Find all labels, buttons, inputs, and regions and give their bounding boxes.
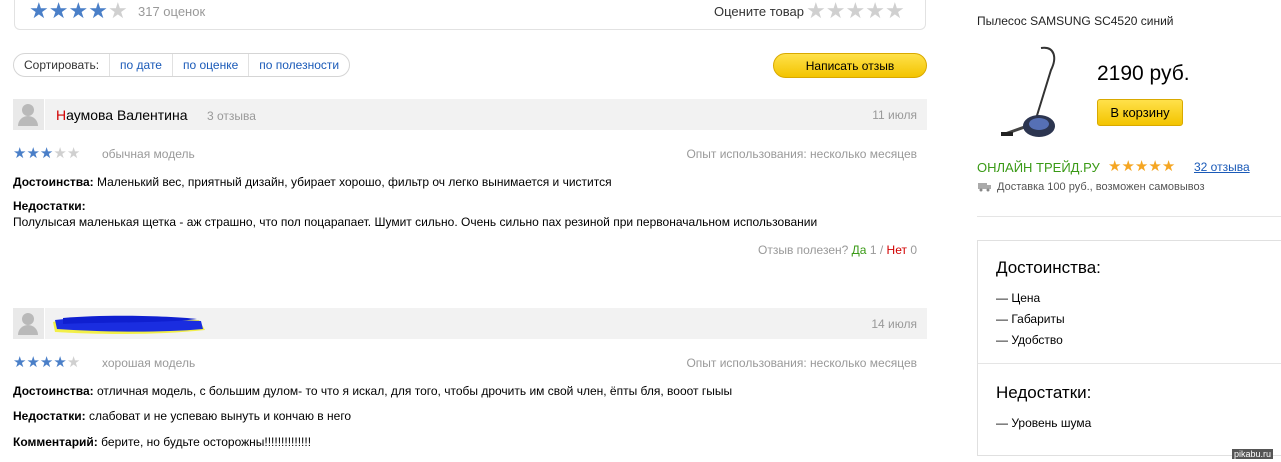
divider [978, 363, 1281, 364]
sort-by-date[interactable]: по дате [109, 54, 172, 76]
vacuum-cleaner-image[interactable] [997, 44, 1061, 140]
helpful-yes-count: 1 [869, 243, 877, 257]
author-name-rest: аумова Валентина [66, 107, 188, 123]
helpful-separator: / [879, 243, 884, 257]
star-empty-icon: ★ [66, 354, 81, 371]
star-empty-icon: ★ [53, 145, 67, 162]
author-first-letter: Н [56, 107, 67, 123]
star-filled-icon: ★ [29, 0, 49, 23]
product-name[interactable]: Пылесос SAMSUNG SC4520 синий [977, 14, 1174, 28]
cons-label: Недостатки: [13, 409, 86, 423]
star-empty-icon[interactable]: ★ [865, 0, 885, 22]
summary-pros-item: — Габариты [996, 312, 1065, 326]
shop-rating-stars: ★★★★★ [1108, 159, 1175, 174]
review-cons: Недостатки: слабоват и не успеваю вынуть… [13, 409, 351, 423]
star-empty-icon[interactable]: ★ [845, 0, 865, 22]
cons-text: Полулысая маленькая щетка - аж страшно, … [13, 215, 818, 229]
sort-label: Сортировать: [24, 58, 100, 72]
sort-by-rating[interactable]: по оценке [171, 54, 248, 76]
summary-pros-title: Достоинства: [996, 258, 1101, 277]
review-comment: Комментарий: берите, но будьте осторожны… [13, 435, 311, 449]
watermark: pikabu.ru [1232, 449, 1274, 459]
star-filled-icon: ★ [1108, 158, 1122, 175]
cons-text: слабоват и не успеваю вынуть и кончаю в … [88, 409, 352, 423]
review-rating-text: обычная модель [102, 147, 195, 161]
star-filled-icon: ★ [26, 145, 40, 162]
comment-label: Комментарий: [13, 435, 98, 449]
comment-text: берите, но будьте осторожны!!!!!!!!!!!!!… [101, 435, 312, 449]
helpful-yes-button[interactable]: Да [852, 243, 867, 257]
review-header: Наумова Валентина 3 отзыва 11 июля [13, 99, 927, 130]
shop-reviews-link[interactable]: 32 отзыва [1194, 160, 1250, 174]
star-empty-icon[interactable]: ★ [885, 0, 905, 22]
star-filled-icon: ★ [13, 354, 27, 371]
offer-price: 2190 руб. [1097, 62, 1190, 85]
rate-product-stars[interactable]: ★★★★★ [806, 0, 905, 22]
avatar [13, 99, 45, 130]
review-stars: ★★★★★ [13, 146, 80, 161]
summary-cons-list: — Уровень шума [996, 413, 1091, 434]
pros-cons-summary: Достоинства: — Цена — Габариты — Удобств… [977, 240, 1281, 456]
avatar [13, 308, 45, 339]
redacted-author-scribble [53, 315, 205, 334]
star-filled-icon: ★ [88, 0, 108, 23]
summary-pros-item: — Цена [996, 291, 1041, 305]
divider [977, 216, 1281, 217]
star-filled-icon: ★ [1121, 158, 1135, 175]
add-to-cart-button[interactable]: В корзину [1097, 99, 1183, 126]
star-filled-icon: ★ [48, 0, 69, 23]
write-review-button[interactable]: Написать отзыв [773, 53, 927, 78]
summary-stars: ★★★★★ [29, 0, 128, 22]
truck-icon [978, 183, 991, 192]
pros-text: отличная модель, с большим дулом- то что… [97, 384, 733, 398]
star-filled-icon: ★ [13, 145, 27, 162]
ratings-count: 317 оценок [138, 4, 206, 19]
star-filled-icon: ★ [1134, 158, 1149, 175]
usage-experience: Опыт использования: несколько месяцев [686, 356, 917, 370]
star-filled-icon: ★ [1161, 158, 1176, 175]
review-stars: ★★★★★ [13, 355, 80, 370]
sort-bar: Сортировать: по дате по оценке по полезн… [13, 53, 351, 77]
star-filled-icon: ★ [39, 354, 54, 371]
delivery-info: Доставка 100 руб., возможен самовывоз [997, 181, 1205, 193]
review-rating-text: хорошая модель [102, 356, 196, 370]
sort-by-usefulness[interactable]: по полезности [248, 54, 349, 76]
pros-label: Достоинства: [13, 384, 94, 398]
summary-pros-list: — Цена — Габариты — Удобство [996, 288, 1065, 351]
star-filled-icon: ★ [26, 354, 40, 371]
star-filled-icon: ★ [53, 354, 67, 371]
review-author[interactable]: Наумова Валентина [56, 107, 188, 123]
star-filled-icon: ★ [68, 0, 89, 23]
star-filled-icon: ★ [1148, 158, 1162, 175]
star-empty-icon: ★ [66, 145, 81, 162]
review-header: 14 июля [13, 308, 927, 339]
review-pros: Достоинства: отличная модель, с большим … [13, 384, 732, 398]
review-helpful: Отзыв полезен? Да 1 / Нет 0 [758, 243, 917, 257]
helpful-no-button[interactable]: Нет [887, 243, 907, 257]
summary-cons-title: Недостатки: [996, 383, 1092, 402]
star-empty-icon[interactable]: ★ [806, 0, 826, 22]
review-pros: Достоинства: Маленький вес, приятный диз… [13, 175, 612, 189]
star-empty-icon: ★ [107, 0, 128, 23]
review-date: 11 июля [872, 108, 917, 122]
pros-text: Маленький вес, приятный дизайн, убирает … [97, 175, 612, 189]
shop-name[interactable]: ОНЛАЙН ТРЕЙД.РУ [977, 160, 1100, 175]
star-filled-icon: ★ [39, 145, 54, 162]
rate-product-label: Оцените товар [714, 4, 804, 19]
helpful-no-count: 0 [910, 243, 917, 257]
star-empty-icon[interactable]: ★ [826, 0, 846, 22]
cons-label: Недостатки: [13, 199, 86, 213]
summary-cons-item: — Уровень шума [996, 416, 1092, 430]
summary-pros-item: — Удобство [996, 333, 1063, 347]
usage-experience: Опыт использования: несколько месяцев [686, 147, 917, 161]
helpful-question: Отзыв полезен? [757, 243, 849, 257]
pros-label: Достоинства: [13, 175, 94, 189]
author-review-count: 3 отзыва [207, 109, 256, 123]
review-date: 14 июля [871, 317, 917, 331]
